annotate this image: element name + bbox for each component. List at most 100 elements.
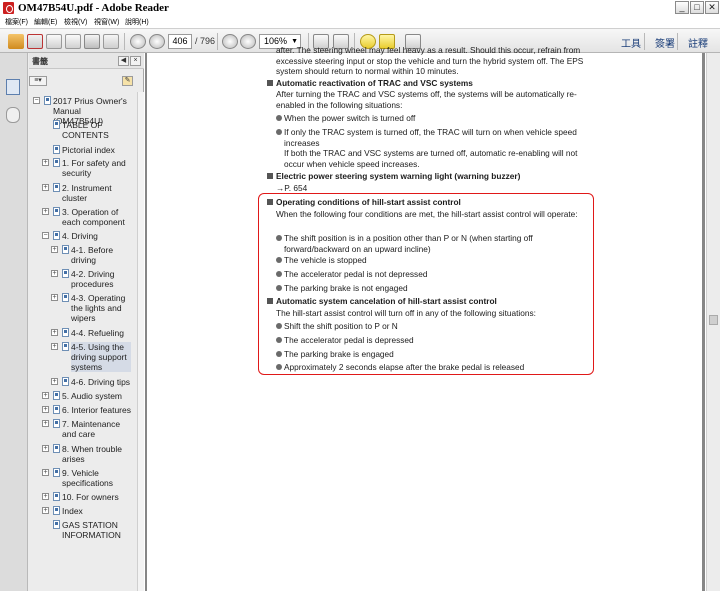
title-bar: OM47B54U.pdf - Adobe Reader _ □ ✕ bbox=[0, 0, 720, 16]
bookmark-label: 10. For owners bbox=[62, 492, 119, 502]
collapse-icon[interactable]: − bbox=[33, 97, 40, 104]
create-pdf-icon[interactable] bbox=[27, 34, 43, 49]
expand-icon[interactable]: + bbox=[42, 469, 49, 476]
bookmark-label: 3. Operation of each component bbox=[62, 207, 125, 227]
bookmark-label: 9. Vehicle specifications bbox=[62, 468, 114, 488]
bookmark-label: 6. Interior features bbox=[62, 405, 131, 415]
expand-icon[interactable]: + bbox=[51, 294, 58, 301]
page-number-input[interactable]: 406 bbox=[168, 34, 192, 49]
toolbar-separator bbox=[644, 33, 645, 50]
bookmark-label: GAS STATION INFORMATION bbox=[62, 520, 121, 540]
print-icon[interactable] bbox=[84, 34, 100, 49]
bookmark-label: 4-2. Driving procedures bbox=[71, 269, 115, 289]
bookmark-tree: − 2017 Prius Owner's Manual (OM47B54U) T… bbox=[29, 92, 137, 591]
bookmark-label: Pictorial index bbox=[62, 145, 115, 155]
menu-file[interactable]: 檔案(F) bbox=[5, 17, 28, 27]
sign-button[interactable]: 簽署 bbox=[655, 35, 675, 50]
expand-icon[interactable]: + bbox=[42, 493, 49, 500]
section-heading: Electric power steering system warning l… bbox=[267, 171, 520, 182]
toolbar-separator bbox=[124, 33, 125, 50]
paragraph: After turning the TRAC and VSC systems o… bbox=[276, 89, 577, 110]
bookmark-icon bbox=[62, 328, 69, 337]
bookmark-label: 1. For safety and security bbox=[62, 158, 126, 178]
bookmark-options-bar: ≡▾ ✎ bbox=[29, 70, 144, 90]
scrollbar-thumb[interactable] bbox=[709, 315, 718, 325]
expand-icon[interactable]: + bbox=[51, 246, 58, 253]
collapse-icon[interactable]: − bbox=[42, 232, 49, 239]
expand-icon[interactable]: + bbox=[51, 270, 58, 277]
save-icon[interactable] bbox=[65, 34, 81, 49]
bookmark-label: 2. Instrument cluster bbox=[62, 183, 112, 203]
menu-view[interactable]: 檢視(V) bbox=[64, 17, 87, 27]
list-item-text: When the power switch is turned off bbox=[284, 113, 416, 123]
email-icon[interactable] bbox=[103, 34, 119, 49]
open-icon[interactable] bbox=[8, 34, 24, 49]
expand-icon[interactable]: + bbox=[42, 420, 49, 427]
expand-icon[interactable]: + bbox=[42, 159, 49, 166]
close-button[interactable]: ✕ bbox=[705, 1, 719, 14]
bookmark-icon bbox=[62, 245, 69, 254]
tools-button[interactable]: 工具 bbox=[621, 35, 641, 50]
comment-button[interactable]: 註釋 bbox=[688, 35, 708, 50]
bookmark-icon bbox=[53, 506, 60, 515]
bookmarks-title: 書籤 bbox=[32, 57, 48, 66]
bookmarks-header: 書籤 ◀ × bbox=[29, 53, 144, 69]
menu-help[interactable]: 說明(H) bbox=[125, 17, 149, 27]
bookmark-scrollbar[interactable] bbox=[137, 92, 144, 591]
bookmark-label: 4. Driving bbox=[62, 231, 98, 241]
menu-bar: 檔案(F) 編輯(E) 檢視(V) 視窗(W) 說明(H) bbox=[0, 16, 720, 28]
attachment-icon[interactable] bbox=[6, 107, 20, 123]
bookmark-label: 4-4. Refueling bbox=[71, 328, 124, 338]
bookmark-icon bbox=[44, 96, 51, 105]
expand-icon[interactable]: + bbox=[42, 184, 49, 191]
bookmark-icon bbox=[53, 492, 60, 501]
maximize-button[interactable]: □ bbox=[690, 1, 704, 14]
expand-icon[interactable]: + bbox=[42, 406, 49, 413]
bookmark-icon bbox=[53, 520, 60, 529]
heading-text: Electric power steering system warning l… bbox=[276, 171, 521, 181]
new-bookmark-icon[interactable]: ✎ bbox=[122, 76, 133, 86]
close-panel-icon[interactable]: × bbox=[130, 56, 141, 66]
navigation-rail bbox=[0, 53, 28, 591]
expand-icon[interactable]: + bbox=[42, 208, 49, 215]
expand-icon[interactable]: + bbox=[51, 329, 58, 336]
bookmark-label: 4-3. Operating the lights and wipers bbox=[71, 293, 126, 323]
bookmark-icon bbox=[62, 293, 69, 302]
previous-page-icon[interactable] bbox=[130, 34, 146, 49]
bookmark-icon bbox=[53, 444, 60, 453]
bookmark-icon bbox=[53, 405, 60, 414]
expand-icon[interactable]: + bbox=[51, 378, 58, 385]
bookmark-icon bbox=[53, 468, 60, 477]
collapse-panel-icon[interactable]: ◀ bbox=[118, 56, 129, 66]
expand-icon[interactable]: + bbox=[51, 343, 58, 350]
bookmark-label: 5. Audio system bbox=[62, 391, 123, 401]
options-dropdown-icon[interactable]: ≡▾ bbox=[29, 76, 47, 86]
bookmark-icon bbox=[53, 231, 60, 240]
toolbar-separator bbox=[217, 33, 218, 50]
window-title: OM47B54U.pdf - Adobe Reader bbox=[18, 2, 169, 14]
bookmark-label: 8. When trouble arises bbox=[62, 444, 123, 464]
zoom-in-icon[interactable] bbox=[240, 34, 256, 49]
toolbar-separator bbox=[677, 33, 678, 50]
red-highlight-box bbox=[258, 193, 594, 375]
expand-icon[interactable]: + bbox=[42, 507, 49, 514]
bookmark-icon bbox=[53, 145, 60, 154]
bookmark-panel-icon[interactable] bbox=[6, 79, 20, 95]
bookmark-label: 4-1. Before driving bbox=[71, 245, 114, 265]
document-scrollbar[interactable] bbox=[706, 53, 720, 591]
menu-window[interactable]: 視窗(W) bbox=[94, 17, 119, 27]
page-reference[interactable]: →P. 654 bbox=[276, 183, 596, 194]
square-bullet-icon bbox=[267, 173, 273, 179]
bookmark-label: 7. Maintenance and care bbox=[62, 419, 121, 439]
edit-icon[interactable] bbox=[46, 34, 62, 49]
menu-edit[interactable]: 編輯(E) bbox=[34, 17, 57, 27]
next-page-icon[interactable] bbox=[149, 34, 165, 49]
expand-icon[interactable]: + bbox=[42, 392, 49, 399]
expand-icon[interactable]: + bbox=[42, 445, 49, 452]
page-total: / 796 bbox=[195, 36, 216, 46]
bookmark-icon bbox=[53, 120, 60, 129]
bullet-icon bbox=[276, 115, 282, 121]
continued-paragraph: after. The steering wheel may feel heavy… bbox=[276, 45, 584, 76]
zoom-out-icon[interactable] bbox=[222, 34, 238, 49]
minimize-button[interactable]: _ bbox=[675, 1, 689, 14]
